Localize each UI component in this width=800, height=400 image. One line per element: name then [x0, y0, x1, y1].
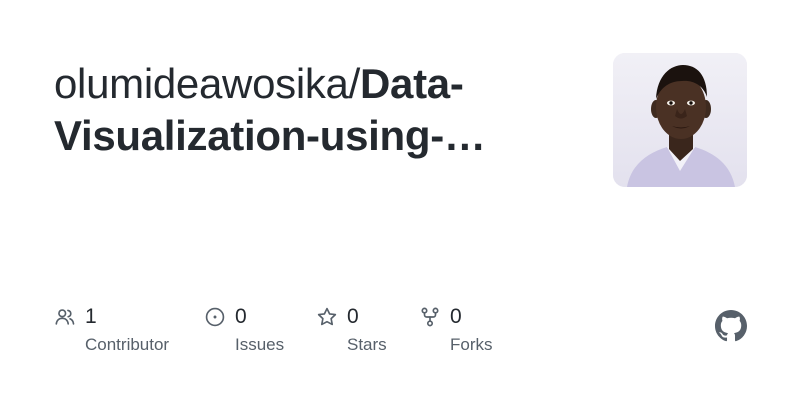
avatar-image: [613, 53, 747, 187]
issue-label: Issues: [235, 335, 285, 354]
people-icon: [54, 306, 76, 328]
star-count: 0: [347, 305, 359, 328]
github-mark-icon[interactable]: [715, 310, 747, 342]
repo-title[interactable]: olumideawosika/Data-Visualization-using-…: [54, 58, 574, 162]
repo-social-card: olumideawosika/Data-Visualization-using-…: [0, 0, 800, 400]
contributor-count: 1: [85, 305, 97, 328]
star-label: Stars: [347, 335, 387, 354]
contributor-label: Contributor: [85, 335, 170, 354]
issue-count: 0: [235, 305, 247, 328]
fork-count: 0: [450, 305, 462, 328]
avatar[interactable]: [613, 53, 747, 187]
fork-label: Forks: [450, 335, 493, 354]
star-icon: [316, 306, 338, 328]
repo-forked-icon: [419, 306, 441, 328]
repo-owner[interactable]: olumideawosika/: [54, 60, 360, 107]
issue-opened-icon: [204, 306, 226, 328]
